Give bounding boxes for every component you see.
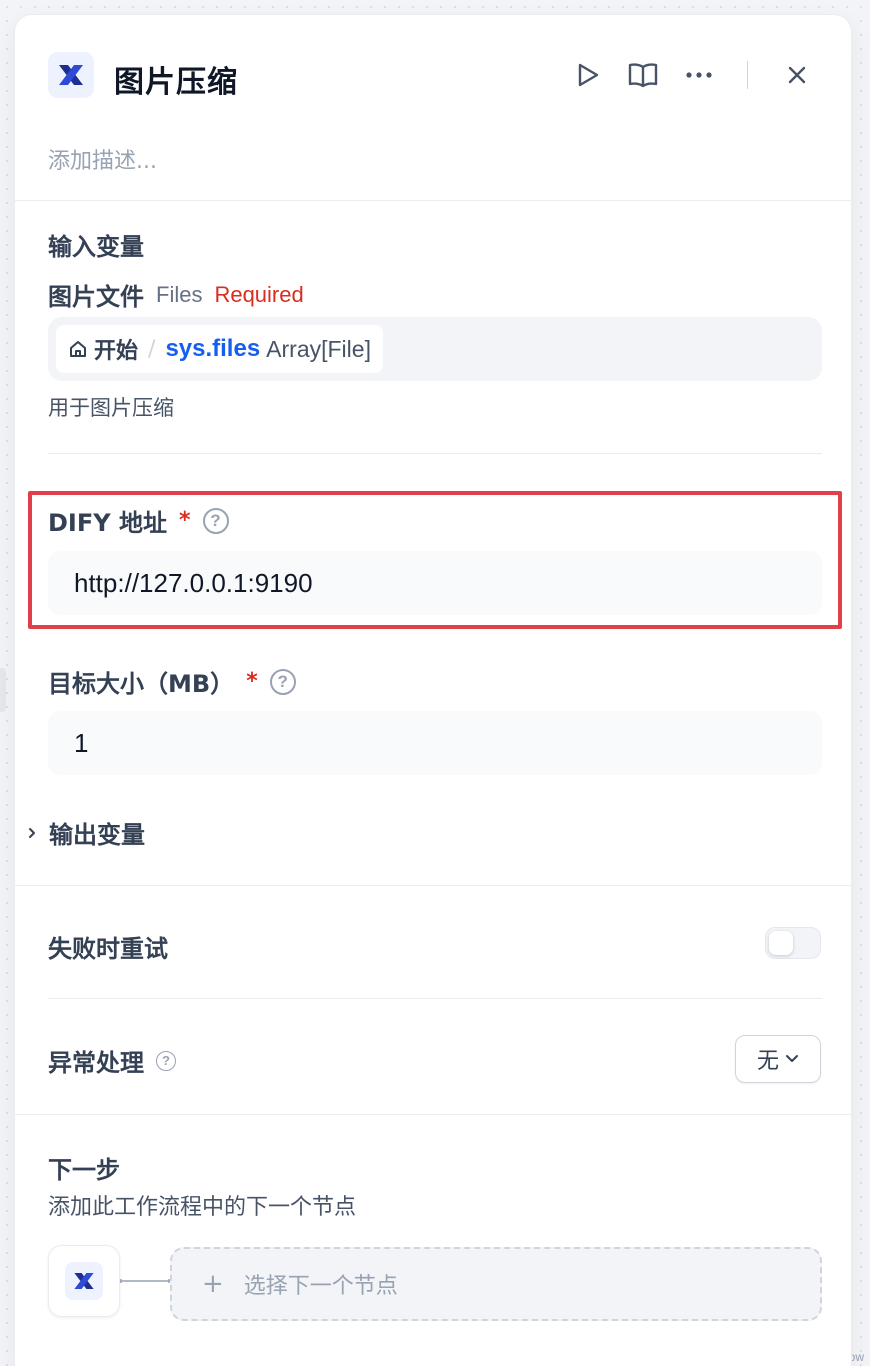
chip-separator: / (148, 336, 156, 362)
open-book-icon (628, 63, 658, 88)
chip-variable-name: sys.files (165, 335, 261, 362)
node-logo-icon (65, 1262, 103, 1300)
chip-variable-type: Array[File] (266, 335, 371, 362)
variable-chip[interactable]: 开始 / sys.files Array[File] (56, 325, 383, 373)
help-icon[interactable]: ? (202, 507, 229, 534)
help-icon[interactable]: ? (156, 1050, 176, 1071)
divider (48, 453, 822, 454)
divider (48, 998, 822, 999)
next-step-title: 下一步 (48, 1156, 120, 1184)
play-icon (578, 63, 599, 87)
more-options-button[interactable] (681, 57, 717, 93)
more-dots-icon (686, 72, 712, 78)
files-variable-selector[interactable]: 开始 / sys.files Array[File] (48, 317, 822, 381)
docs-button[interactable] (625, 57, 661, 93)
files-field-name: 图片文件 (48, 283, 144, 311)
target-size-label-text: 目标大小（MB） (48, 670, 235, 698)
dify-address-label-text: DIFY 地址 (48, 509, 167, 537)
node-logo-icon (48, 52, 94, 98)
files-field-label: 图片文件 Files Required (48, 277, 304, 312)
files-field-type: Files (156, 281, 203, 307)
panel-header: 图片压缩 (15, 15, 851, 135)
close-icon (788, 66, 806, 84)
connector-line (120, 1279, 170, 1283)
node-title[interactable]: 图片压缩 (114, 57, 238, 101)
chevron-right-icon (29, 827, 35, 838)
toggle-knob (769, 931, 793, 955)
retry-label: 失败时重试 (48, 935, 168, 963)
divider (15, 1114, 851, 1115)
dify-address-input[interactable]: http://127.0.0.1:9190 (48, 551, 822, 615)
node-settings-panel: 图片压缩 添加描述... 输入变量 图片文件 Files Required 开始… (14, 14, 852, 1366)
canvas-panel-handle[interactable] (0, 668, 6, 712)
home-icon (70, 341, 86, 357)
header-divider (747, 61, 748, 89)
select-next-node-button[interactable]: + 选择下一个节点 (170, 1247, 822, 1321)
error-handling-label: 异常处理 ? (48, 1043, 176, 1078)
divider (15, 885, 851, 886)
error-handling-label-text: 异常处理 (48, 1049, 144, 1077)
required-asterisk: * (178, 508, 191, 533)
help-icon[interactable]: ? (269, 668, 296, 695)
required-asterisk: * (246, 669, 258, 694)
next-step-subtitle: 添加此工作流程中的下一个节点 (48, 1195, 357, 1220)
files-field-hint: 用于图片压缩 (48, 396, 174, 420)
input-variables-title: 输入变量 (48, 233, 144, 261)
plus-icon: + (202, 1269, 224, 1299)
select-next-node-label: 选择下一个节点 (243, 1274, 398, 1299)
chip-source-label: 开始 (94, 339, 139, 364)
run-node-button[interactable] (570, 57, 606, 93)
chevron-down-icon (786, 1055, 798, 1062)
error-handling-value: 无 (756, 1049, 779, 1074)
error-handling-select[interactable]: 无 (735, 1035, 821, 1083)
close-panel-button[interactable] (779, 57, 815, 93)
output-variables-title: 输出变量 (49, 821, 145, 849)
divider (15, 200, 851, 201)
output-variables-toggle[interactable]: 输出变量 (25, 815, 145, 850)
current-node-block (48, 1245, 120, 1317)
required-badge: Required (214, 281, 304, 307)
description-input[interactable]: 添加描述... (48, 143, 157, 175)
target-size-input[interactable]: 1 (48, 711, 822, 775)
dify-address-label: DIFY 地址 * ? (48, 503, 229, 538)
target-size-label: 目标大小（MB） * ? (48, 664, 296, 699)
retry-toggle[interactable] (765, 927, 821, 959)
